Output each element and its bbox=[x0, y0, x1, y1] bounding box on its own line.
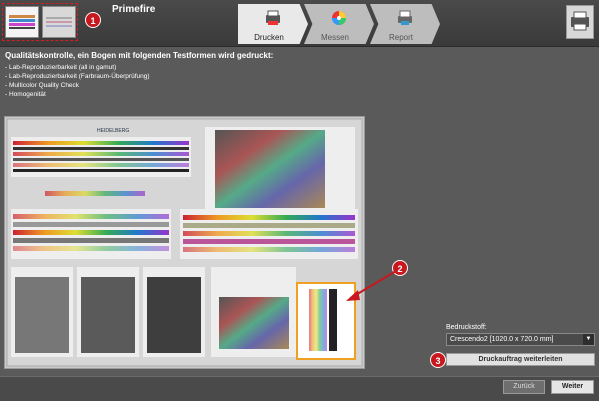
list-item: - Homogenität bbox=[5, 91, 46, 98]
sheet-thumbnail-2[interactable] bbox=[42, 6, 76, 38]
sheet-thumbnail-1[interactable] bbox=[5, 6, 39, 38]
app-title: Primefire bbox=[112, 4, 156, 15]
printer-icon bbox=[266, 10, 280, 25]
substrate-select[interactable]: Crescendo2 [1020.0 x 720.0 mm] ▼ bbox=[446, 333, 595, 346]
callout-badge-3: 3 bbox=[430, 352, 446, 368]
step-label: Drucken bbox=[254, 33, 284, 42]
step-label: Messen bbox=[320, 33, 349, 42]
sheet-preview: HEIDELBERG bbox=[4, 116, 365, 369]
substrate-label: Bedruckstoff: bbox=[446, 324, 487, 331]
test-form-list: - Lab-Reproduzierbarkeit (all in gamut) … bbox=[5, 63, 150, 99]
callout-badge-1: 1 bbox=[85, 12, 101, 28]
print-button[interactable] bbox=[566, 5, 594, 39]
page-heading: Qualitätskontrolle, ein Bogen mit folgen… bbox=[5, 51, 274, 60]
list-item: - Lab-Reproduzierbarkeit (Farbraum-Überp… bbox=[5, 73, 150, 80]
brand-label: HEIDELBERG bbox=[97, 128, 129, 134]
step-messen[interactable]: Messen bbox=[304, 4, 374, 44]
list-item: - Multicolor Quality Check bbox=[5, 82, 80, 89]
step-label: Report bbox=[388, 33, 413, 42]
report-printer-icon bbox=[398, 10, 412, 25]
press-sheet-graphic: HEIDELBERG bbox=[6, 118, 363, 367]
substrate-value: Crescendo2 [1020.0 x 720.0 mm] bbox=[450, 336, 554, 343]
send-print-job-button[interactable]: Druckauftrag weiterleiten bbox=[446, 353, 595, 366]
chevron-down-icon: ▼ bbox=[583, 334, 594, 345]
list-item: - Lab-Reproduzierbarkeit (all in gamut) bbox=[5, 64, 117, 71]
color-wheel-icon bbox=[332, 11, 346, 25]
step-drucken[interactable]: Drucken bbox=[238, 4, 308, 44]
print-icon bbox=[571, 11, 589, 31]
callout-arrow bbox=[346, 270, 397, 301]
next-button[interactable]: Weiter bbox=[551, 380, 594, 394]
back-button[interactable]: Zurück bbox=[503, 380, 545, 394]
workflow-steps: Drucken Messen Report bbox=[238, 4, 441, 44]
step-report[interactable]: Report bbox=[370, 4, 440, 44]
